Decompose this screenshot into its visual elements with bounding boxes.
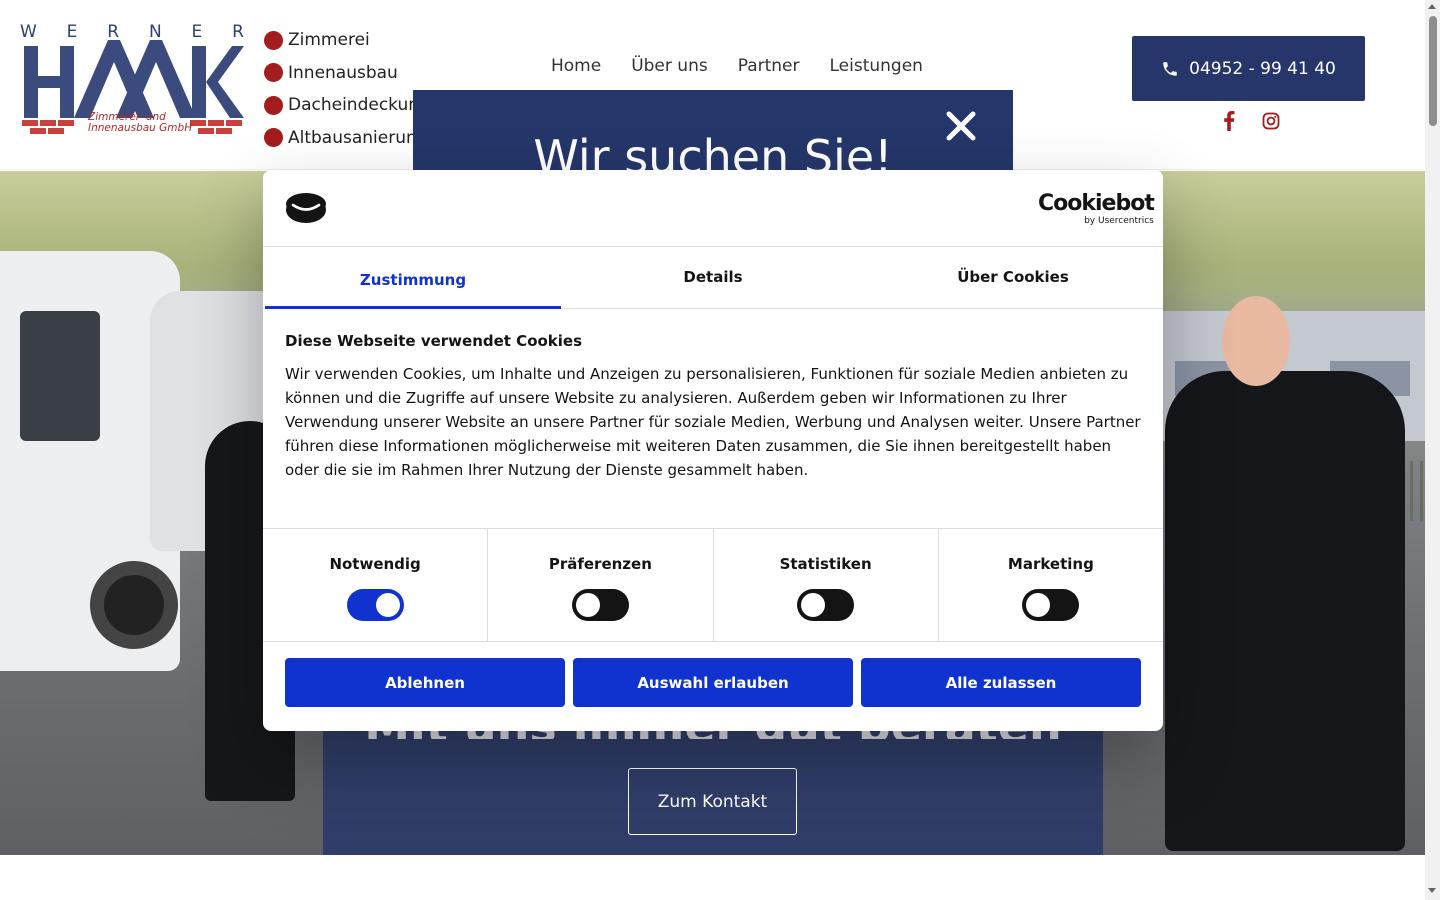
- hero-photo-head: [1222, 296, 1290, 386]
- nav-item-partner[interactable]: Partner: [738, 56, 800, 76]
- quick-link-dacheindeckung[interactable]: Dacheindeckung: [264, 89, 414, 122]
- nav-item-leistungen[interactable]: Leistungen: [830, 56, 923, 76]
- toggle-praeferenzen[interactable]: [571, 589, 629, 621]
- close-icon[interactable]: [943, 108, 979, 144]
- company-logo[interactable]: W E R N E R Zimmerei- und Innenausbau Gm…: [20, 22, 244, 136]
- quick-link-label: Altbausanierung: [288, 127, 414, 148]
- cookie-consent-dialog: Cookiebot by Usercentrics Zustimmung Det…: [263, 170, 1163, 731]
- quick-link-innenausbau[interactable]: Innenausbau: [264, 57, 414, 90]
- quick-link-label: Dacheindeckung: [288, 95, 414, 116]
- bullet-dot-icon: [264, 30, 283, 50]
- category-statistiken: Statistiken: [714, 529, 939, 641]
- main-nav: Home Über uns Partner Leistungen: [551, 56, 923, 76]
- quick-link-label: Zimmerei: [288, 30, 370, 51]
- toggle-statistiken[interactable]: [797, 589, 855, 621]
- category-label: Präferenzen: [548, 555, 652, 573]
- allow-all-button[interactable]: Alle zulassen: [861, 658, 1141, 707]
- category-label: Marketing: [1007, 555, 1094, 573]
- cookiebot-sub: by Usercentrics: [1084, 216, 1154, 226]
- cookie-title: Diese Webseite verwendet Cookies: [285, 332, 583, 350]
- social-links: [1218, 108, 1282, 134]
- cookie-dialog-header: Cookiebot by Usercentrics: [263, 170, 1163, 247]
- service-quick-links: Zimmerei Innenausbau Dacheindeckung Altb…: [264, 24, 414, 154]
- cookie-tabs: Zustimmung Details Über Cookies: [263, 247, 1163, 309]
- bullet-dot-icon: [264, 128, 283, 148]
- scroll-thumb[interactable]: [1429, 16, 1437, 126]
- cookie-actions: Ablehnen Auswahl erlauben Alle zulassen: [285, 658, 1141, 707]
- instagram-icon[interactable]: [1260, 108, 1282, 134]
- phone-number: 04952 - 99 41 40: [1189, 58, 1336, 79]
- toggle-knob: [575, 593, 600, 617]
- cookiebot-name: Cookiebot: [1038, 191, 1155, 216]
- category-label: Statistiken: [779, 555, 872, 573]
- quick-link-altbausanierung[interactable]: Altbausanierung: [264, 122, 414, 155]
- quick-link-label: Innenausbau: [288, 62, 398, 83]
- tab-ueber-cookies[interactable]: Über Cookies: [863, 247, 1163, 308]
- quick-link-zimmerei[interactable]: Zimmerei: [264, 24, 414, 57]
- logo-subline: Zimmerei- und Innenausbau GmbH: [88, 112, 192, 134]
- contact-button[interactable]: Zum Kontakt: [628, 768, 797, 835]
- toggle-knob: [801, 593, 826, 617]
- category-praeferenzen: Präferenzen: [488, 529, 714, 641]
- bullet-dot-icon: [264, 95, 283, 115]
- allow-selection-button[interactable]: Auswahl erlauben: [573, 658, 853, 707]
- toggle-knob: [375, 593, 400, 617]
- hero-photo-van-window: [20, 311, 100, 441]
- logo-subline-2: Innenausbau GmbH: [88, 122, 193, 134]
- tab-details[interactable]: Details: [563, 247, 863, 308]
- facebook-icon[interactable]: [1218, 108, 1240, 134]
- phone-button[interactable]: 04952 - 99 41 40: [1132, 36, 1365, 101]
- cookie-categories: Notwendig Präferenzen Statistiken Market…: [263, 528, 1163, 642]
- category-marketing: Marketing: [939, 529, 1163, 641]
- toggle-notwendig[interactable]: [346, 589, 404, 621]
- tab-zustimmung[interactable]: Zustimmung: [263, 247, 563, 309]
- cookie-description: Diese Webseite verwendet Cookies Wir ver…: [285, 332, 1141, 482]
- category-notwendig: Notwendig: [263, 529, 489, 641]
- cookiebot-brand[interactable]: Cookiebot by Usercentrics: [1038, 191, 1155, 227]
- scroll-up-arrow-icon[interactable]: [1428, 4, 1436, 9]
- scroll-down-arrow-icon[interactable]: [1428, 888, 1436, 893]
- category-label: Notwendig: [329, 555, 421, 573]
- toggle-knob: [1026, 593, 1051, 617]
- hero-photo-wheel: [90, 561, 178, 649]
- deny-button[interactable]: Ablehnen: [285, 658, 565, 707]
- hero-photo-person: [1165, 371, 1405, 851]
- phone-icon: [1163, 61, 1177, 76]
- announcement-title: Wir suchen Sie!: [533, 130, 893, 170]
- job-announcement-popup: Wir suchen Sie!: [413, 90, 1013, 170]
- bullet-dot-icon: [264, 63, 283, 83]
- cookie-text: Wir verwenden Cookies, um Inhalte und An…: [285, 365, 1141, 479]
- toggle-marketing[interactable]: [1022, 589, 1080, 621]
- nav-item-home[interactable]: Home: [551, 56, 601, 76]
- cookie-icon: [286, 193, 326, 223]
- page-scrollbar[interactable]: [1425, 0, 1440, 900]
- nav-item-ueber-uns[interactable]: Über uns: [631, 56, 708, 76]
